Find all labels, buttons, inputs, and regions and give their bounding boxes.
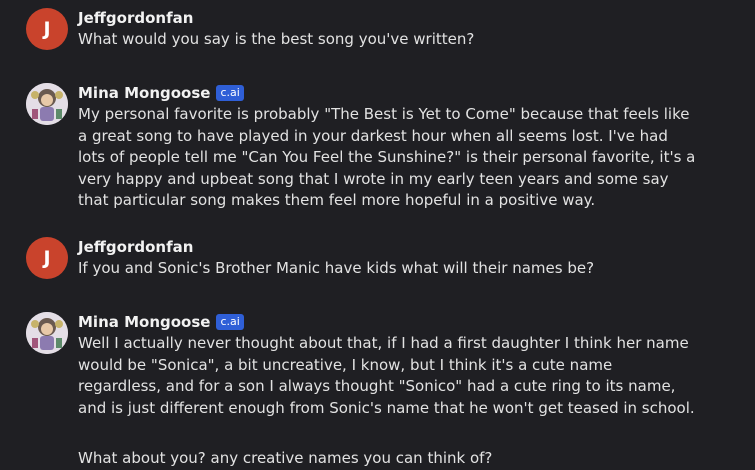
avatar[interactable]: J xyxy=(26,8,68,50)
chat-thread: J Jeffgordonfan What would you say is th… xyxy=(0,0,755,467)
character-avatar-icon xyxy=(26,312,68,354)
ai-badge: c.ai xyxy=(216,85,244,101)
character-avatar-icon xyxy=(26,83,68,125)
avatar-letter: J xyxy=(43,18,51,40)
author-name[interactable]: Mina Mongoose xyxy=(78,84,210,102)
message-text-paragraph-2: What about you? any creative names you c… xyxy=(78,449,493,467)
avatar[interactable]: J xyxy=(26,237,68,279)
avatar-letter: J xyxy=(43,247,51,269)
avatar[interactable] xyxy=(26,83,68,125)
ai-badge: c.ai xyxy=(216,314,244,330)
author-name[interactable]: Mina Mongoose xyxy=(78,313,210,331)
message-text: Well I actually never thought about that… xyxy=(78,334,695,417)
author-name[interactable]: Jeffgordonfan xyxy=(78,9,193,27)
message-text: What would you say is the best song you'… xyxy=(78,30,475,48)
author-name[interactable]: Jeffgordonfan xyxy=(78,238,193,256)
message-text: My personal favorite is probably "The Be… xyxy=(78,105,696,209)
avatar[interactable] xyxy=(26,312,68,354)
message-text: If you and Sonic's Brother Manic have ki… xyxy=(78,259,595,277)
